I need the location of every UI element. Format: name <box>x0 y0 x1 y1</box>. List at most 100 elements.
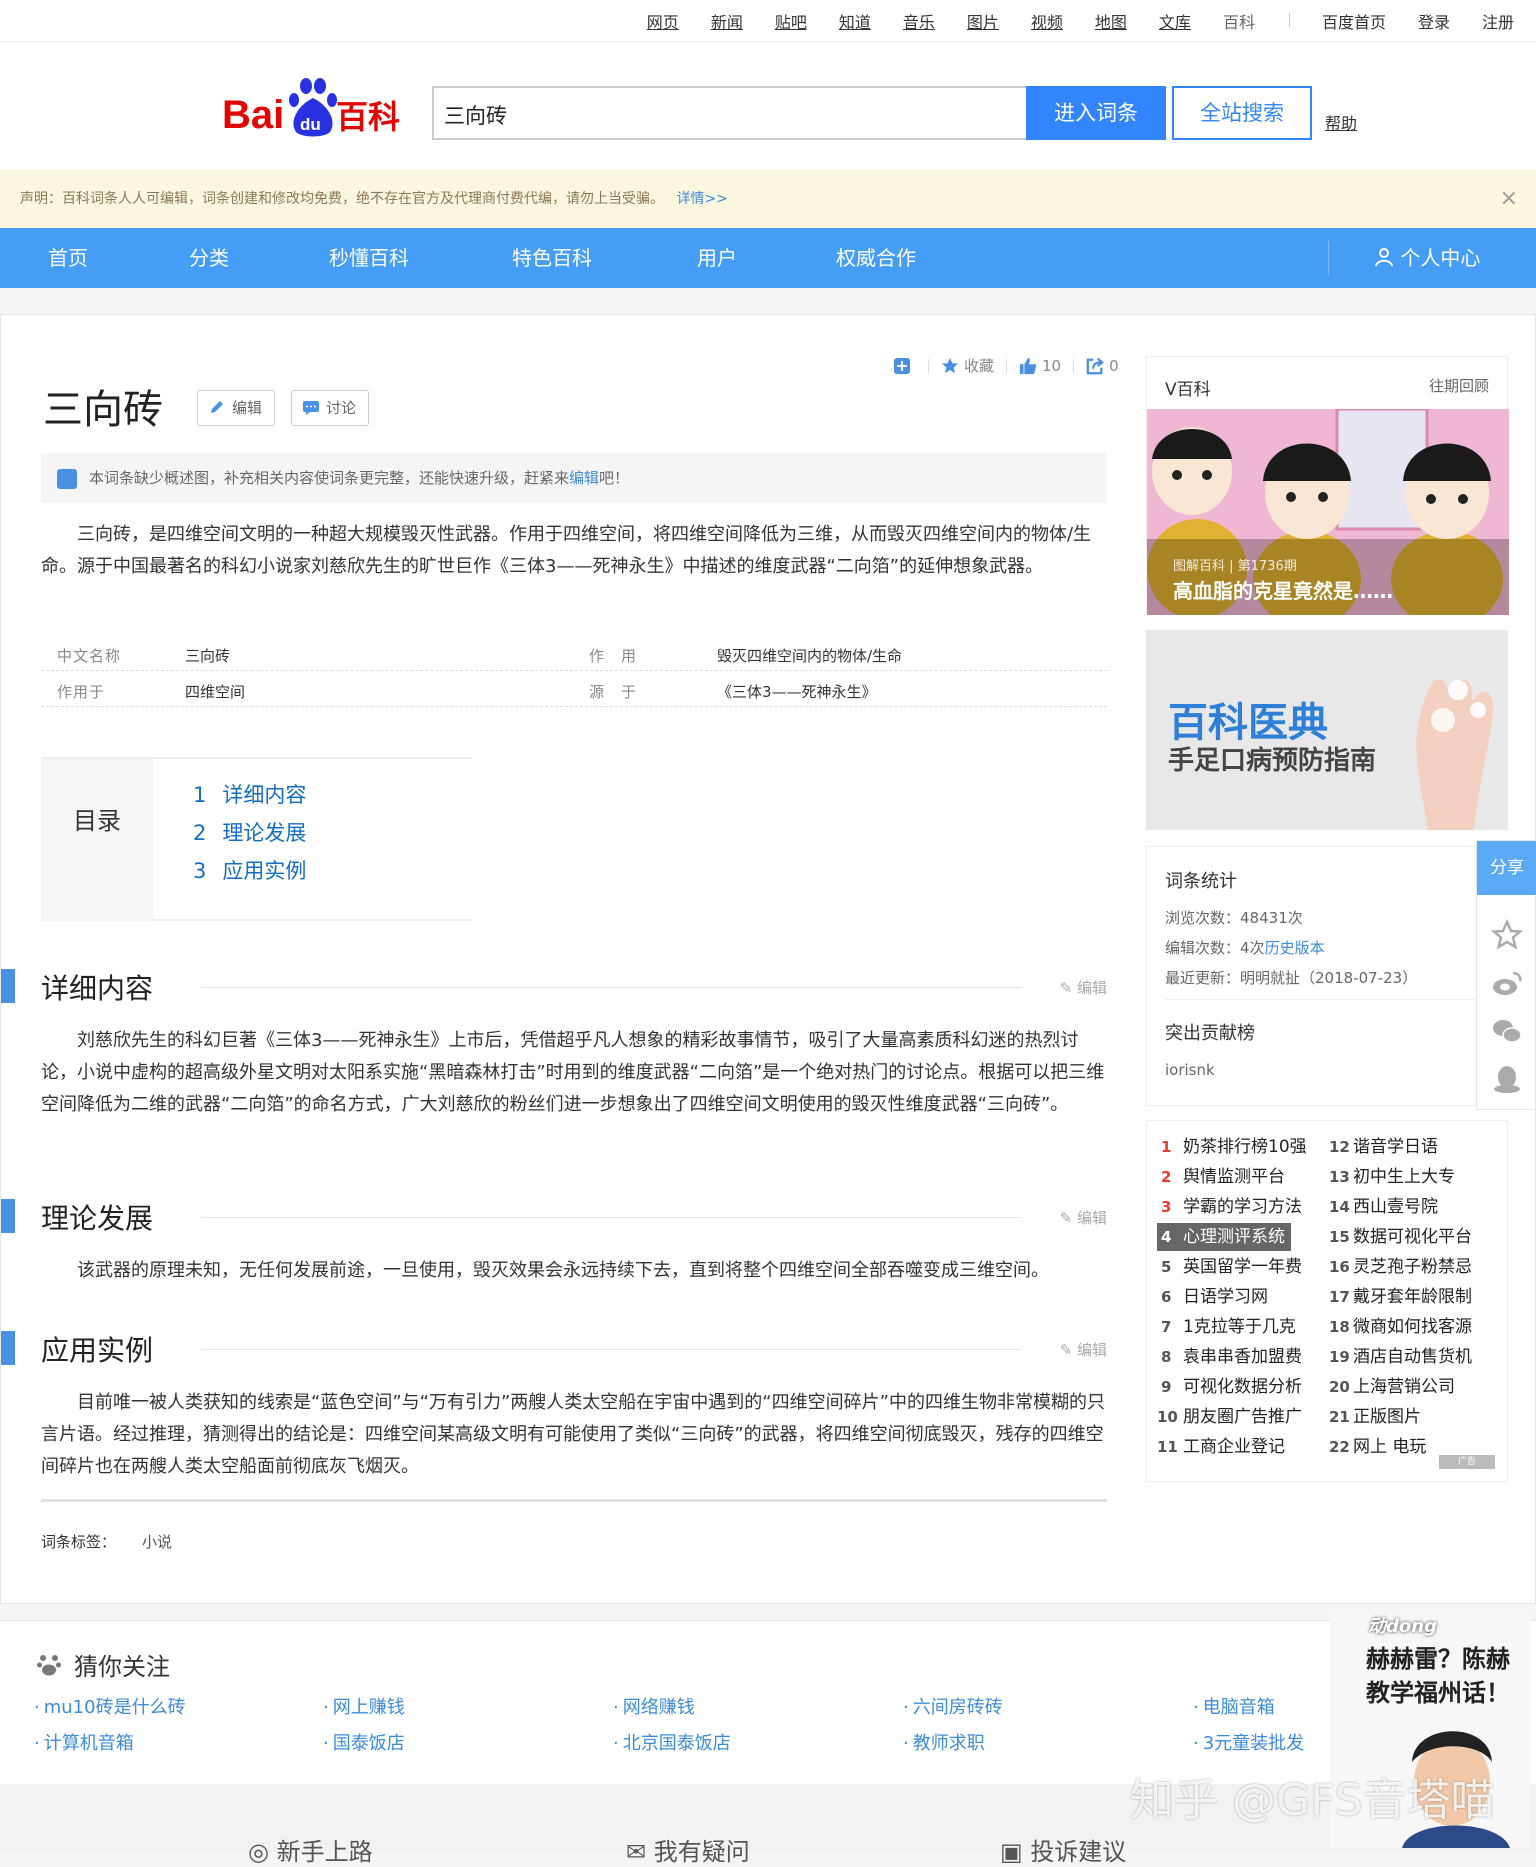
qq-icon[interactable] <box>1491 1063 1523 1095</box>
top-link-web[interactable]: 网页 <box>647 9 679 33</box>
footer-feedback-link[interactable]: ▣ 投诉建议 <box>1000 1832 1126 1867</box>
medical-ad-banner[interactable]: 百科医典 手足口病预防指南 <box>1146 630 1508 830</box>
main-nav: 首页 分类 秒懂百科 特色百科 用户 权威合作 个人中心 <box>0 228 1536 288</box>
section-heading-theory: 理论发展 ✎ 编辑 <box>1 1197 1111 1237</box>
stats-views: 浏览次数：48431次 <box>1165 907 1303 928</box>
discuss-button[interactable]: 讨论 <box>291 390 370 426</box>
list-item[interactable]: 3 学霸的学习方法 <box>1161 1193 1302 1221</box>
guess-link[interactable]: 北京国泰饭店 <box>613 1729 731 1755</box>
notice-more-link[interactable]: 详情>> <box>676 191 727 207</box>
list-item[interactable]: 13 初中生上大专 <box>1329 1163 1455 1191</box>
contributor-link[interactable]: iorisnk <box>1165 1061 1215 1079</box>
site-search-button[interactable]: 全站搜索 <box>1172 86 1312 140</box>
tip-edit-link[interactable]: 编辑 <box>569 469 599 487</box>
like-button[interactable]: 10 <box>1019 357 1061 375</box>
list-item[interactable]: 15 数据可视化平台 <box>1329 1223 1472 1251</box>
weibo-icon[interactable] <box>1491 967 1523 999</box>
top-link-login[interactable]: 登录 <box>1418 9 1450 33</box>
add-button[interactable] <box>893 357 916 375</box>
list-item[interactable]: 4 心理测评系统 <box>1157 1223 1291 1251</box>
guess-link[interactable]: mu10砖是什么砖 <box>34 1693 186 1719</box>
nav-home[interactable]: 首页 <box>48 228 88 288</box>
footer-newbie-link[interactable]: ◎ 新手上路 <box>248 1832 373 1867</box>
top-link-video[interactable]: 视频 <box>1031 9 1063 33</box>
list-item[interactable]: 1 奶茶排行榜10强 <box>1161 1133 1307 1161</box>
top-link-wenku[interactable]: 文库 <box>1159 9 1191 33</box>
search-input[interactable]: 三向砖 <box>432 86 1026 140</box>
list-item[interactable]: 10 朋友圈广告推广 <box>1157 1403 1302 1431</box>
guess-link[interactable]: 计算机音箱 <box>34 1729 134 1755</box>
top-link-zhidao[interactable]: 知道 <box>839 9 871 33</box>
section-edit-link[interactable]: ✎ 编辑 <box>1060 977 1107 998</box>
share-button[interactable]: 0 <box>1086 357 1119 375</box>
nav-miaodong[interactable]: 秒懂百科 <box>329 228 409 288</box>
list-item[interactable]: 17 戴牙套年龄限制 <box>1329 1283 1472 1311</box>
top-link-tieba[interactable]: 贴吧 <box>775 9 807 33</box>
v-baike-image[interactable]: 图解百科 | 第1736期 高血脂的克星竟然是…… <box>1147 409 1509 615</box>
list-item[interactable]: 8 袁串串香加盟费 <box>1161 1343 1302 1371</box>
entry-actions: 收藏 10 0 <box>893 355 1131 376</box>
nav-category[interactable]: 分类 <box>189 228 229 288</box>
toc-item-1[interactable]: 1 详细内容 <box>193 779 306 809</box>
top-link-baidu-home[interactable]: 百度首页 <box>1322 9 1386 33</box>
enter-entry-button[interactable]: 进入词条 <box>1026 86 1166 140</box>
top-link-music[interactable]: 音乐 <box>903 9 935 33</box>
section-edit-label: 编辑 <box>1076 1209 1107 1227</box>
toc-item-3[interactable]: 3 应用实例 <box>193 855 306 885</box>
list-item[interactable]: 14 西山壹号院 <box>1329 1193 1438 1221</box>
guess-link[interactable]: 网络赚钱 <box>613 1693 695 1719</box>
help-link[interactable]: 帮助 <box>1325 110 1357 134</box>
list-item[interactable]: 18 微商如何找客源 <box>1329 1313 1472 1341</box>
list-item[interactable]: 20 上海营销公司 <box>1329 1373 1455 1401</box>
toc-item-2[interactable]: 2 理论发展 <box>193 817 306 847</box>
rank-text: 上海营销公司 <box>1353 1377 1455 1397</box>
footer-question-link[interactable]: ✉ 我有疑问 <box>626 1832 750 1867</box>
list-item[interactable]: 6 日语学习网 <box>1161 1283 1268 1311</box>
tag-link[interactable]: 小说 <box>142 1533 172 1551</box>
entry-tags: 词条标签： 小说 <box>41 1531 172 1552</box>
list-item[interactable]: 12 谐音学日语 <box>1329 1133 1438 1161</box>
v-baike-history-link[interactable]: 往期回顾 <box>1429 375 1489 396</box>
guess-link[interactable]: 六间房砖砖 <box>903 1693 1003 1719</box>
section-edit-label: 编辑 <box>1076 1341 1107 1359</box>
top-link-images[interactable]: 图片 <box>967 9 999 33</box>
top-link-news[interactable]: 新闻 <box>711 9 743 33</box>
star-favorite-icon[interactable] <box>1491 919 1523 951</box>
section-edit-link[interactable]: ✎ 编辑 <box>1060 1339 1107 1360</box>
edit-button[interactable]: 编辑 <box>197 390 276 426</box>
top-link-map[interactable]: 地图 <box>1095 9 1127 33</box>
guess-link[interactable]: 3元童装批发 <box>1193 1729 1304 1755</box>
list-item[interactable]: 9 可视化数据分析 <box>1161 1373 1302 1401</box>
list-item[interactable]: 5 英国留学一年费 <box>1161 1253 1302 1281</box>
section-edit-link[interactable]: ✎ 编辑 <box>1060 1207 1107 1228</box>
rank-number: 6 <box>1161 1288 1172 1306</box>
close-icon[interactable]: × <box>1500 170 1518 228</box>
ad-tag[interactable]: 广告 <box>1439 1455 1495 1469</box>
guess-link[interactable]: 网上赚钱 <box>323 1693 405 1719</box>
list-item[interactable]: 21 正版图片 <box>1329 1403 1421 1431</box>
pencil-icon <box>211 401 223 413</box>
guess-link[interactable]: 国泰饭店 <box>323 1729 405 1755</box>
share-float-bar: 分享 <box>1476 840 1536 1110</box>
list-item[interactable]: 16 灵芝孢子粉禁忌 <box>1329 1253 1472 1281</box>
guess-link[interactable]: 教师求职 <box>903 1729 985 1755</box>
list-item[interactable]: 19 酒店自动售货机 <box>1329 1343 1472 1371</box>
list-item[interactable]: 11 工商企业登记 <box>1157 1433 1285 1461</box>
plus-icon <box>894 357 910 374</box>
nav-featured[interactable]: 特色百科 <box>512 228 592 288</box>
wechat-icon[interactable] <box>1491 1015 1523 1047</box>
contrib-title: 突出贡献榜 <box>1165 1023 1255 1044</box>
list-item[interactable]: 2 舆情监测平台 <box>1161 1163 1285 1191</box>
rank-number: 1 <box>1161 1138 1172 1156</box>
nav-users[interactable]: 用户 <box>697 228 737 288</box>
nav-personal-center[interactable]: 个人中心 <box>1374 228 1480 288</box>
rank-number: 5 <box>1161 1258 1172 1276</box>
collect-button[interactable]: 收藏 <box>941 355 994 376</box>
history-version-link[interactable]: 历史版本 <box>1265 939 1325 957</box>
list-item[interactable]: 7 1克拉等于几克 <box>1161 1313 1296 1341</box>
list-item[interactable]: 22 网上 电玩 <box>1329 1433 1426 1461</box>
guess-link[interactable]: 电脑音箱 <box>1193 1693 1275 1719</box>
baidu-baike-logo[interactable]: Bai du 百科 <box>222 76 406 140</box>
nav-cooperation[interactable]: 权威合作 <box>836 228 916 288</box>
top-link-register[interactable]: 注册 <box>1482 9 1514 33</box>
